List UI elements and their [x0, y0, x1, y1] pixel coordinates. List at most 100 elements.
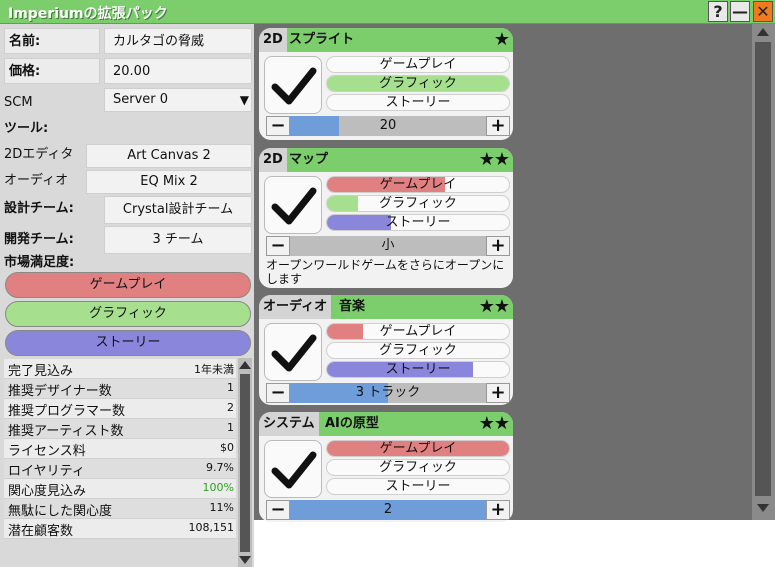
decrease-button[interactable]: −	[266, 116, 290, 136]
increase-button[interactable]: +	[486, 116, 510, 136]
feature-category: システム	[259, 412, 319, 436]
scrollbar-thumb[interactable]	[755, 42, 771, 496]
scroll-up-icon[interactable]	[757, 28, 769, 36]
market-gameplay-bar[interactable]: ゲームプレイ	[5, 272, 251, 298]
feature-card: 2D マップ ★★ ゲームプレイ グラフィック ストーリー小 − + オープンワールドゲームをさ…	[259, 148, 513, 288]
feature-stepper: 20 − +	[266, 116, 510, 136]
feature-name: スプライト	[289, 32, 355, 47]
dev-team-value[interactable]: 3 チーム	[104, 226, 252, 254]
stat-row: ライセンス料 $0	[4, 439, 236, 459]
rating-label: ゲームプレイ	[379, 177, 457, 192]
increase-button[interactable]: +	[486, 500, 510, 520]
rating-label: グラフィック	[379, 76, 457, 91]
stat-row: 推奨プログラマー数 2	[4, 399, 236, 419]
stat-row: 推奨デザイナー数 1	[4, 379, 236, 399]
help-button[interactable]: ?	[708, 1, 728, 22]
feature-rating-pill: ゲームプレイ	[326, 323, 510, 340]
feature-rating-pill: ゲームプレイ	[326, 56, 510, 73]
feature-rating-pill: ストーリー	[326, 361, 510, 378]
feature-card: システム AIの原型 ★★ ゲームプレイ グラフィック ストーリー 2 − +	[259, 412, 513, 522]
stats-scrollbar[interactable]	[238, 358, 252, 567]
scroll-down-icon[interactable]	[757, 504, 769, 512]
checkmark-icon	[271, 67, 317, 105]
market-story-bar[interactable]: ストーリー	[5, 330, 251, 356]
stat-row: 完了見込み 1年未満	[4, 359, 236, 379]
stat-value: 100%	[202, 481, 234, 494]
stat-label: 推奨デザイナー数	[8, 384, 112, 399]
stat-label: ロイヤリティ	[8, 464, 85, 479]
feature-rating-pill: グラフィック	[326, 75, 510, 92]
scm-dropdown[interactable]: Server 0 ▼	[104, 88, 252, 112]
title-bar: Imperiumの拡張パック ? — ✕	[0, 0, 775, 24]
stat-value: 1年未満	[194, 363, 234, 376]
features-scrollbar[interactable]	[752, 24, 775, 520]
stat-value: 11%	[209, 501, 234, 514]
tools-label: ツール:	[4, 121, 49, 136]
feature-rating-pill: グラフィック	[326, 195, 510, 212]
stat-row: 関心度見込み 100%	[4, 479, 236, 499]
stat-label: ライセンス料	[8, 444, 86, 459]
feature-checkbox[interactable]	[264, 176, 322, 234]
features-panel: 2D スプライト ★ ゲームプレイ グラフィック ストーリー 20− +2D マップ ★★ ゲームプ…	[254, 24, 775, 522]
price-input[interactable]: 20.00	[104, 58, 252, 84]
feature-checkbox[interactable]	[264, 440, 322, 498]
feature-checkbox[interactable]	[264, 56, 322, 114]
stat-value: 1	[227, 421, 234, 434]
name-input[interactable]: カルタゴの脅威	[104, 28, 252, 54]
stat-value: 2	[227, 401, 234, 414]
stepper-value: 小	[381, 238, 395, 253]
stepper-value: 2	[383, 502, 393, 517]
decrease-button[interactable]: −	[266, 383, 290, 403]
audio-value[interactable]: EQ Mix 2	[86, 170, 252, 194]
feature-category: 2D	[259, 28, 287, 52]
editor-value[interactable]: Art Canvas 2	[86, 144, 252, 168]
price-row: 価格: 20.00	[0, 54, 254, 84]
dev-team-label: 開発チーム:	[4, 232, 74, 247]
rating-label: ゲームプレイ	[379, 57, 457, 72]
name-row: 名前: カルタゴの脅威	[0, 24, 254, 54]
stat-row: 推奨アーティスト数 1	[4, 419, 236, 439]
feature-rating-pill: ストーリー	[326, 214, 510, 231]
market-graphics-bar[interactable]: グラフィック	[5, 301, 251, 327]
stat-label: 潜在顧客数	[8, 524, 74, 539]
scrollbar-thumb[interactable]	[240, 374, 250, 552]
scm-label: SCM	[4, 95, 33, 110]
stat-row: ロイヤリティ 9.7%	[4, 459, 236, 479]
close-button[interactable]: ✕	[753, 1, 773, 22]
star-rating-icon: ★★	[478, 149, 510, 170]
decrease-button[interactable]: −	[266, 236, 290, 256]
editor-label: 2Dエディタ	[4, 147, 74, 162]
feature-rating-pill: ストーリー	[326, 94, 510, 111]
stepper-value: 20	[379, 118, 397, 133]
dropdown-arrow-icon: ▼	[239, 93, 249, 107]
scm-value: Server 0	[113, 92, 169, 107]
feature-category: 2D	[259, 148, 287, 172]
feature-rating-pill: ゲームプレイ	[326, 176, 510, 193]
stat-label: 推奨プログラマー数	[8, 404, 126, 419]
feature-stepper: 2 − +	[266, 500, 510, 520]
design-team-value[interactable]: Crystal設計チーム	[104, 196, 252, 224]
minimize-button[interactable]: —	[730, 1, 750, 22]
rating-label: グラフィック	[379, 460, 457, 475]
stat-label: 無駄にした関心度	[8, 504, 113, 519]
scroll-down-icon[interactable]	[239, 556, 251, 564]
stat-label: 推奨アーティスト数	[8, 424, 124, 439]
decrease-button[interactable]: −	[266, 500, 290, 520]
increase-button[interactable]: +	[486, 383, 510, 403]
feature-stepper: 小 − +	[266, 236, 510, 256]
star-rating-icon: ★	[493, 29, 510, 50]
feature-checkbox[interactable]	[264, 323, 322, 381]
stat-label: 完了見込み	[8, 364, 74, 379]
increase-button[interactable]: +	[486, 236, 510, 256]
feature-rating-pill: ゲームプレイ	[326, 440, 510, 457]
scroll-up-icon[interactable]	[239, 361, 251, 369]
rating-label: ゲームプレイ	[379, 324, 457, 339]
feature-card-header: 2D スプライト ★	[259, 28, 513, 52]
stats-list: 完了見込み 1年未満 推奨デザイナー数 1 推奨プログラマー数 2 推奨アーティスト数 1 ライ…	[0, 358, 238, 567]
audio-label: オーディオ	[4, 173, 69, 188]
design-team-label: 設計チーム:	[4, 201, 74, 216]
feature-rating-pill: グラフィック	[326, 342, 510, 359]
feature-name: AIの原型	[325, 416, 379, 431]
rating-label: グラフィック	[379, 343, 457, 358]
checkmark-icon	[271, 451, 317, 489]
